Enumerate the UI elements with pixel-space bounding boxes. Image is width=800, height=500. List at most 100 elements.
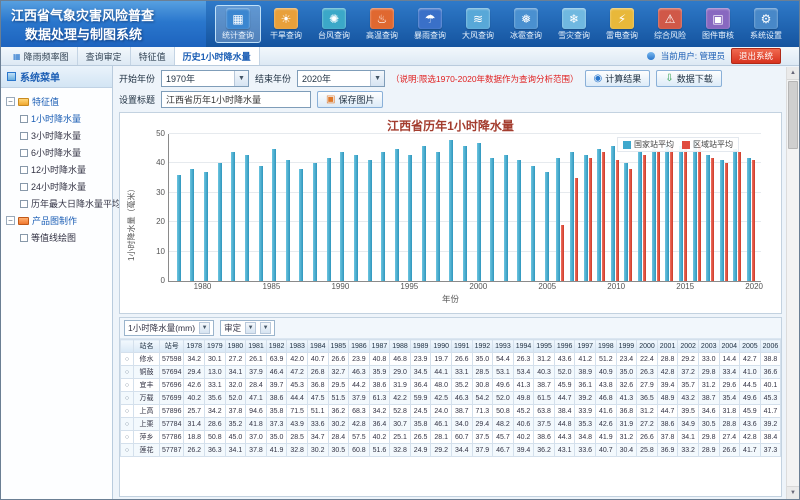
value-cell: 24.0 [431,405,452,418]
table-row-万载[interactable]: ○万载5769940.235.652.047.138.644.447.551.5… [121,392,782,405]
window-vertical-scrollbar[interactable]: ▲ ▼ [786,67,799,499]
nav-item-图件审核[interactable]: ▣图件审核 [695,5,741,43]
table-scroll-area[interactable]: 站名 站号 1978197919801981198219831984198519… [120,339,781,496]
tree-item-24小时降水量[interactable]: 24小时降水量 [4,178,109,195]
tree-item-等值线绘图[interactable]: 等值线绘图 [4,229,109,246]
value-cell: 25.7 [184,405,205,418]
start-year-select[interactable]: 1970年 ▼ [161,70,249,87]
nav-item-综合风险[interactable]: ⚠综合风险 [647,5,693,43]
review-select[interactable]: 审定 ▼ ▼ [220,320,275,336]
precip-type-select[interactable]: 1小时降水量(mm) ▼ [124,320,214,336]
value-cell: 30.1 [205,353,226,366]
station-id-cell: 57696 [160,379,184,392]
bar-group-1996 [417,134,431,281]
value-cell: 26.3 [637,366,658,379]
checkbox-icon[interactable] [20,234,28,242]
tree-item-1小时降水量[interactable]: 1小时降水量 [4,110,109,127]
value-cell: 27.2 [637,418,658,431]
nav-item-暴雨查询[interactable]: ☂暴雨查询 [407,5,453,43]
checkbox-icon[interactable] [20,115,28,123]
value-cell: 42.7 [740,353,761,366]
tab-查询审定[interactable]: 查询审定 [78,47,131,65]
row-radio[interactable]: ○ [121,392,134,405]
tab-特征值[interactable]: 特征值 [131,47,175,65]
table-row-上高[interactable]: ○上高5789625.734.237.894.635.871.551.136.2… [121,405,782,418]
bar-national [368,160,372,281]
row-radio[interactable]: ○ [121,444,134,457]
folder-icon [18,217,29,225]
sidebar: 系统菜单 −特征值1小时降水量3小时降水量6小时降水量12小时降水量24小时降水… [1,66,113,499]
checkbox-icon[interactable] [20,149,28,157]
table-row-莲花[interactable]: ○莲花5778726.236.334.137.841.932.830.230.5… [121,444,782,457]
table-row-修水[interactable]: ○修水5759834.230.127.226.163.942.040.726.6… [121,353,782,366]
scroll-up-icon[interactable]: ▲ [787,67,799,80]
save-image-button[interactable]: ▣ 保存图片 [317,91,383,108]
tree-item-6小时降水量[interactable]: 6小时降水量 [4,144,109,161]
download-button[interactable]: ⇩ 数据下载 [656,70,721,87]
chevron-down-icon: ▼ [370,71,384,86]
nav-item-系统设置[interactable]: ⚙系统设置 [743,5,789,43]
tree-item-历年最大日降水量平均[interactable]: 历年最大日降水量平均 [4,195,109,212]
nav-item-高温查询[interactable]: ♨高温查询 [359,5,405,43]
checkbox-icon[interactable] [20,200,28,208]
nav-item-雷电查询[interactable]: ⚡雷电查询 [599,5,645,43]
calculate-button[interactable]: ◉ 计算结果 [585,70,651,87]
nav-item-大风查询[interactable]: ≋大风查询 [455,5,501,43]
value-cell: 41.8 [246,418,267,431]
tab-降雨频率图[interactable]: ▦降雨频率图 [5,47,78,65]
row-radio[interactable]: ○ [121,366,134,379]
row-radio[interactable]: ○ [121,379,134,392]
value-cell: 32.8 [390,444,411,457]
value-cell: 60.8 [349,444,370,457]
tab-历史1小时降水量[interactable]: 历史1小时降水量 [175,47,260,65]
nav-item-统计查询[interactable]: ▦统计查询 [215,5,261,43]
value-cell: 41.3 [513,379,534,392]
value-cell: 32.7 [328,366,349,379]
nav-item-冰雹查询[interactable]: ❅冰雹查询 [503,5,549,43]
bar-national [177,175,181,281]
end-year-select[interactable]: 2020年 ▼ [297,70,385,87]
bar-group-1978 [172,134,186,281]
row-radio[interactable]: ○ [121,353,134,366]
logout-button[interactable]: 退出系统 [731,48,781,64]
scroll-down-icon[interactable]: ▼ [787,486,799,499]
checkbox-icon[interactable] [20,166,28,174]
expander-icon[interactable]: − [6,216,15,225]
value-cell: 45.3 [287,379,308,392]
tree-item-3小时降水量[interactable]: 3小时降水量 [4,127,109,144]
scrollbar-thumb[interactable] [788,81,798,149]
value-cell: 34.2 [369,405,390,418]
value-cell: 34.9 [678,418,699,431]
table-row-萍乡[interactable]: ○萍乡5778618.850.845.037.035.028.534.728.4… [121,431,782,444]
row-radio[interactable]: ○ [121,431,134,444]
nav-item-干旱查询[interactable]: ☀干旱查询 [263,5,309,43]
table-row-铜鼓[interactable]: ○铜鼓5769429.413.034.137.946.447.226.832.7… [121,366,782,379]
value-cell: 23.9 [349,353,370,366]
table-row-宜丰[interactable]: ○宜丰5769642.633.132.028.439.745.336.829.5… [121,379,782,392]
nav-item-雪灾查询[interactable]: ❄雪灾查询 [551,5,597,43]
legend-swatch-national [623,141,631,149]
bar-regional [684,149,687,281]
expander-icon[interactable]: − [6,97,15,106]
chart-title-input[interactable] [161,91,311,108]
row-radio[interactable]: ○ [121,418,134,431]
value-cell: 36.8 [307,379,328,392]
tree-group-产品图制作[interactable]: −产品图制作 [4,212,109,229]
value-cell: 42.0 [287,353,308,366]
year-column-header: 1995 [534,340,555,353]
table-row-上栗[interactable]: ○上栗5778431.428.635.241.837.343.933.630.2… [121,418,782,431]
end-year-value: 2020年 [302,72,331,85]
nav-item-台风查询[interactable]: ✺台风查询 [311,5,357,43]
tree-item-12小时降水量[interactable]: 12小时降水量 [4,161,109,178]
row-radio[interactable]: ○ [121,405,134,418]
value-cell: 36.1 [575,379,596,392]
checkbox-icon[interactable] [20,183,28,191]
year-column-header: 1985 [328,340,349,353]
bar-regional [616,160,619,281]
value-cell: 44.5 [740,379,761,392]
bar-national [693,140,697,281]
bar-national [313,163,317,281]
bar-national [436,152,440,281]
tree-group-特征值[interactable]: −特征值 [4,93,109,110]
checkbox-icon[interactable] [20,132,28,140]
